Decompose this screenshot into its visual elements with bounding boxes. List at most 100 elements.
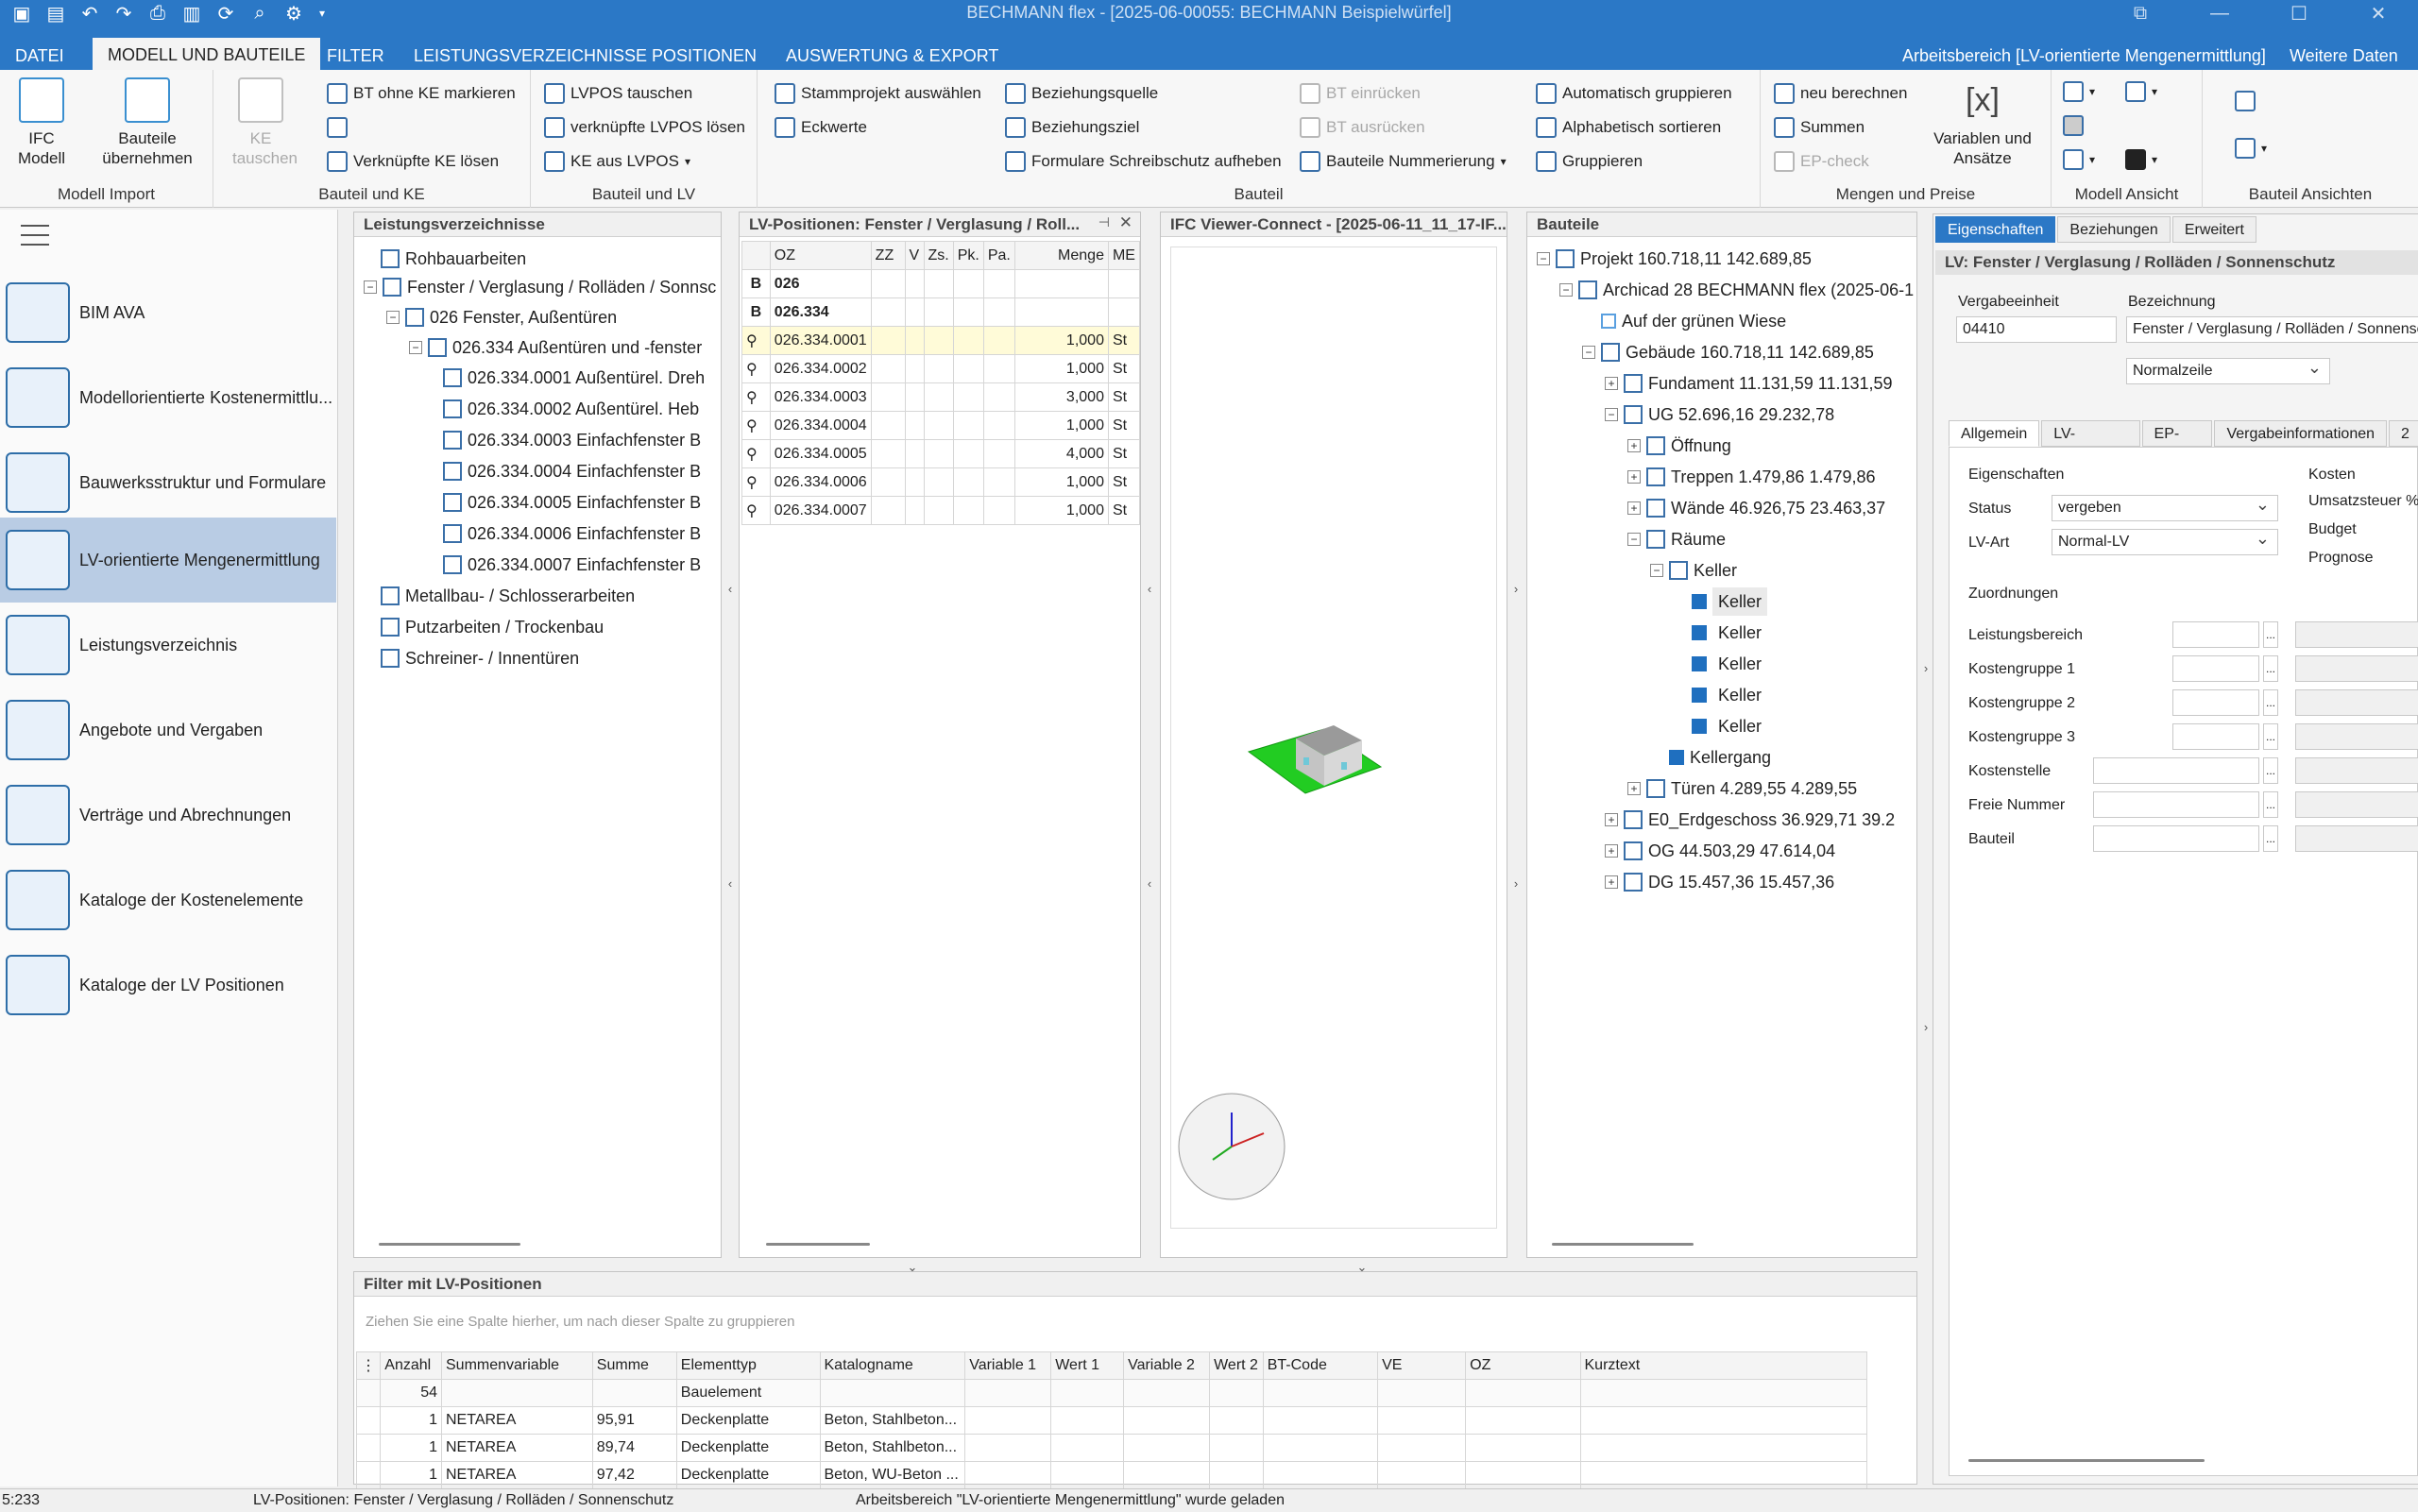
- tree-item[interactable]: 026.334.0005 Einfachfenster B: [443, 488, 721, 517]
- leistungsbereich-field[interactable]: [2172, 621, 2259, 648]
- tree-item[interactable]: 026.334.0006 Einfachfenster B: [443, 519, 721, 548]
- tab-more[interactable]: 2: [2389, 420, 2418, 447]
- verknuepfte-lvpos-loesen-button[interactable]: verknüpfte LVPOS lösen: [544, 117, 745, 138]
- column-header[interactable]: Variable 1: [964, 1351, 1052, 1380]
- ke-tauschen-button[interactable]: KE tauschen: [232, 77, 298, 168]
- tree-item[interactable]: 026.334.0004 Einfachfenster B: [443, 457, 721, 485]
- freie-nummer-field[interactable]: [2093, 791, 2259, 818]
- more-data-link[interactable]: Weitere Daten: [2290, 42, 2398, 70]
- column-header[interactable]: Pk.: [952, 241, 984, 270]
- browse-button[interactable]: ...: [2263, 825, 2278, 852]
- nav-leistungsverzeichnis[interactable]: Leistungsverzeichnis: [0, 603, 336, 688]
- tab-eigenschaften[interactable]: Eigenschaften: [1935, 216, 2056, 243]
- workspace-label[interactable]: Arbeitsbereich [LV-orientierte Mengenerm…: [1902, 42, 2266, 70]
- tree-item[interactable]: 026.334.0002 Außentürel. Heb: [443, 395, 721, 423]
- table-row[interactable]: 54 Bauelement: [355, 1379, 1867, 1407]
- eckwerte-button[interactable]: Eckwerte: [775, 117, 867, 138]
- column-chooser-icon[interactable]: ⋮: [355, 1351, 382, 1380]
- bt-ausruecken-button[interactable]: BT ausrücken: [1300, 117, 1425, 138]
- beziehungsziel-button[interactable]: Beziehungsziel: [1005, 117, 1139, 138]
- tab-positionen[interactable]: POSITIONEN: [637, 42, 772, 70]
- tree-item[interactable]: + Treppen 1.479,86 1.479,86: [1627, 463, 1916, 491]
- splitter-arrow[interactable]: ‹: [1145, 582, 1154, 601]
- expand-icon[interactable]: +: [1627, 470, 1641, 484]
- tab-leistungsverzeichnisse[interactable]: LEISTUNGSVERZEICHNISSE: [399, 42, 662, 70]
- browse-button[interactable]: ...: [2263, 723, 2278, 750]
- summen-button[interactable]: Summen: [1774, 117, 1865, 138]
- table-row[interactable]: ⚲ 026.334.0005 4,000 St: [741, 439, 1141, 468]
- ifc-modell-button[interactable]: IFC Modell: [8, 77, 76, 168]
- restore-layout-icon[interactable]: ⧉: [2101, 0, 2180, 26]
- horizontal-scrollbar[interactable]: [766, 1243, 870, 1246]
- 3d-viewport[interactable]: [1170, 246, 1497, 1229]
- status-dropdown[interactable]: vergeben: [2052, 495, 2278, 521]
- tree-item[interactable]: Keller: [1692, 587, 1916, 616]
- bauteile-uebernehmen-button[interactable]: Bauteile übernehmen: [91, 77, 204, 168]
- tab-datei[interactable]: DATEI: [0, 42, 79, 70]
- browse-button[interactable]: ...: [2263, 655, 2278, 682]
- kostengruppe3-field[interactable]: [2172, 723, 2259, 750]
- beziehungsquelle-button[interactable]: Beziehungsquelle: [1005, 83, 1158, 104]
- expand-icon[interactable]: +: [1605, 377, 1618, 390]
- collapse-icon[interactable]: −: [1627, 533, 1641, 546]
- tree-item[interactable]: − Archicad 28 BECHMANN flex (2025-06-1: [1559, 276, 1916, 304]
- browse-button[interactable]: ...: [2263, 757, 2278, 784]
- tree-item[interactable]: Keller: [1692, 712, 1916, 740]
- bauteile-nummerierung-button[interactable]: Bauteile Nummerierung ▾: [1300, 151, 1507, 172]
- tree-item[interactable]: −026 Fenster, Außentüren: [386, 303, 617, 331]
- column-header[interactable]: Pa.: [982, 241, 1015, 270]
- pin-icon[interactable]: ⊣: [1098, 214, 1110, 230]
- column-header[interactable]: Katalogname: [819, 1351, 966, 1380]
- bezeichnung-field[interactable]: Fenster / Verglasung / Rolläden / Sonnen…: [2126, 316, 2418, 343]
- splitter-arrow[interactable]: ›: [1921, 1020, 1931, 1039]
- collapse-icon[interactable]: −: [1537, 252, 1550, 265]
- tab-lv-gliederung[interactable]: LV-Gliederung: [2041, 420, 2140, 468]
- tree-item[interactable]: − Keller: [1650, 556, 1916, 585]
- browse-button[interactable]: ...: [2263, 621, 2278, 648]
- splitter-arrow[interactable]: ‹: [1145, 876, 1154, 895]
- tree-item[interactable]: − Fenster / Verglasung / Rolläden / Sonns…: [364, 273, 721, 301]
- bt-einruecken-button[interactable]: BT einrücken: [1300, 83, 1421, 104]
- variablen-button[interactable]: [x] Variablen und Ansätze: [1921, 77, 2044, 168]
- tree-item[interactable]: − Projekt 160.718,11 142.689,85: [1537, 245, 1916, 273]
- column-header[interactable]: Anzahl: [380, 1351, 442, 1380]
- tab-erweitert[interactable]: Erweitert: [2171, 216, 2256, 243]
- nav-modellorientierte-kostenermittlung[interactable]: Modellorientierte Kostenermittlu...: [0, 355, 336, 440]
- tree-item[interactable]: Keller: [1692, 619, 1916, 647]
- kostengruppe2-field[interactable]: [2172, 689, 2259, 716]
- column-header[interactable]: Elementtyp: [675, 1351, 821, 1380]
- expand-icon[interactable]: +: [1605, 844, 1618, 858]
- tab-ep-anteile[interactable]: EP-Anteile: [2141, 420, 2213, 468]
- tree-item[interactable]: − Gebäude 160.718,11 142.689,85: [1582, 338, 1916, 366]
- table-row[interactable]: ⚲ 026.334.0002 1,000 St: [741, 354, 1141, 383]
- nav-lv-orientierte-mengenermittlung[interactable]: LV-orientierte Mengenermittlung: [0, 518, 336, 603]
- tree-item[interactable]: + OG 44.503,29 47.614,04: [1605, 837, 1916, 865]
- column-header[interactable]: Zs.: [923, 241, 954, 270]
- column-header[interactable]: OZ: [769, 241, 872, 270]
- expand-icon[interactable]: +: [1627, 501, 1641, 515]
- tree-item[interactable]: 026.334.0007 Einfachfenster B: [443, 551, 721, 579]
- tree-item[interactable]: + Fundament 11.131,59 11.131,59: [1605, 369, 1916, 398]
- column-header[interactable]: Kurztext: [1579, 1351, 1867, 1380]
- tab-beziehungen[interactable]: Beziehungen: [2057, 216, 2171, 243]
- tree-item[interactable]: −026.334 Außentüren und -fenster: [409, 333, 702, 362]
- alphabetisch-sortieren-button[interactable]: Alphabetisch sortieren: [1536, 117, 1721, 138]
- splitter-arrow[interactable]: ›: [1511, 582, 1521, 601]
- collapse-icon[interactable]: −: [1605, 408, 1618, 421]
- nav-bim-ava[interactable]: BIM AVA: [0, 270, 336, 355]
- nav-angebote-und-vergaben[interactable]: Angebote und Vergaben: [0, 688, 336, 773]
- column-header[interactable]: ME: [1107, 241, 1141, 270]
- splitter-arrow[interactable]: ›: [1511, 876, 1521, 895]
- bauteil-ansicht-button[interactable]: [2235, 91, 2256, 111]
- tree-item[interactable]: Keller: [1692, 650, 1916, 678]
- bt-ohne-ke-button[interactable]: BT ohne KE markieren: [327, 83, 516, 104]
- horizontal-scrollbar[interactable]: [379, 1243, 520, 1246]
- column-header[interactable]: OZ: [1465, 1351, 1581, 1380]
- column-header[interactable]: Summe: [591, 1351, 677, 1380]
- lv-art-dropdown[interactable]: Normal-LV: [2052, 529, 2278, 555]
- lvpos-tauschen-button[interactable]: LVPOS tauschen: [544, 83, 692, 104]
- tab-auswertung-export[interactable]: AUSWERTUNG & EXPORT: [771, 42, 1013, 70]
- minimize-button[interactable]: —: [2180, 0, 2259, 26]
- splitter-arrow[interactable]: ›: [1921, 661, 1931, 680]
- nav-kataloge-lv-positionen[interactable]: Kataloge der LV Positionen: [0, 943, 336, 1028]
